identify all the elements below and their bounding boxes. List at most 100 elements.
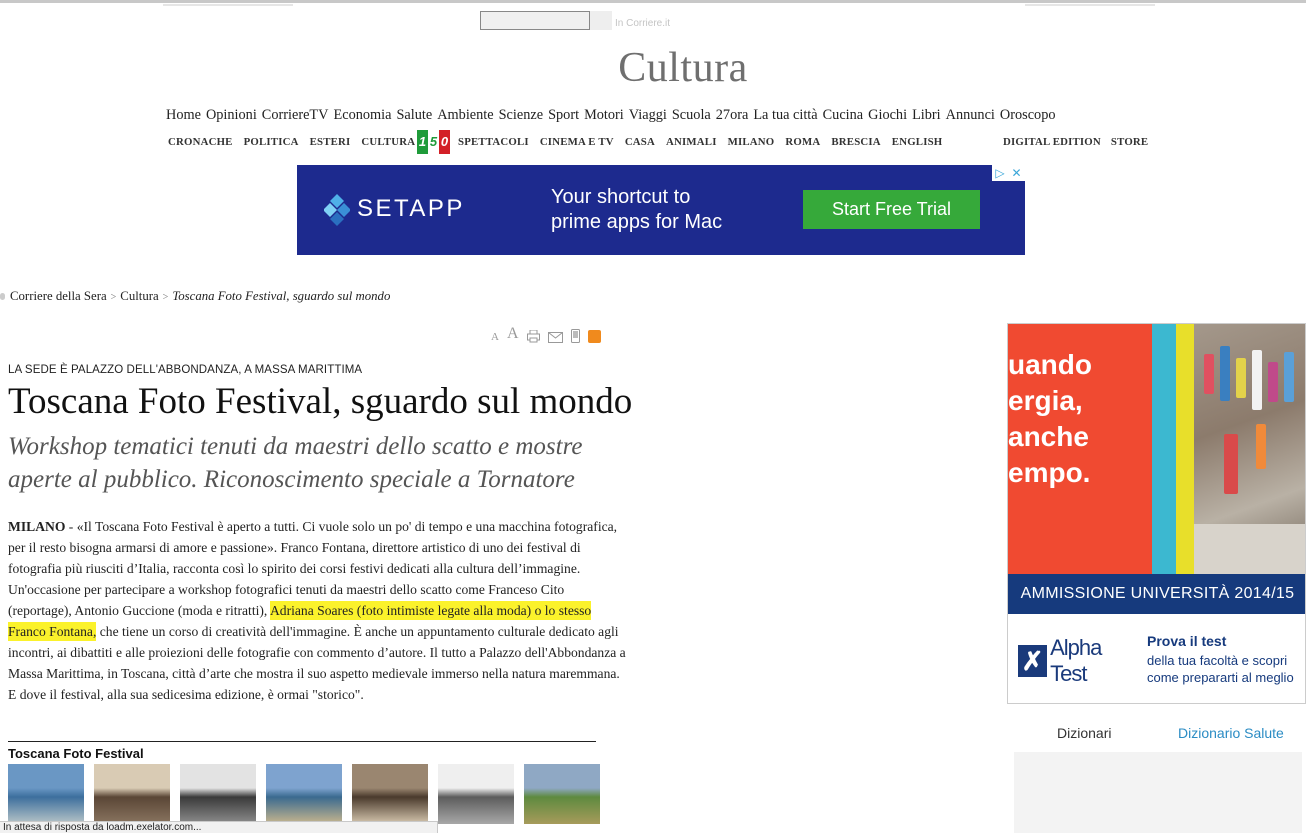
- setapp-brand-name: SETAPP: [357, 195, 465, 222]
- subnav-item-cultura[interactable]: CULTURA: [361, 136, 415, 148]
- side-ad-headline-line: anche: [1008, 421, 1089, 452]
- subnav-item-cronache[interactable]: CRONACHE: [168, 136, 233, 148]
- subnav-item-store[interactable]: STORE: [1111, 136, 1148, 148]
- nav-item-viaggi[interactable]: Viaggi: [629, 107, 667, 123]
- gallery-thumb-tower-sepia[interactable]: [94, 764, 170, 824]
- close-ad-icon[interactable]: ✕: [1012, 166, 1022, 180]
- side-ad-cta-text: della tua facoltà e scopri come preparar…: [1147, 653, 1294, 685]
- subnav-item-cinema-e-tv[interactable]: CINEMA E TV: [540, 136, 614, 148]
- ad-stripe-blue: [1152, 324, 1176, 574]
- nav-item-oroscopo[interactable]: Oroscopo: [1000, 107, 1056, 123]
- tab-dizionari[interactable]: Dizionari: [1057, 725, 1111, 741]
- gallery-thumb-children-bw[interactable]: [438, 764, 514, 824]
- tab-dizionario-salute[interactable]: Dizionario Salute: [1178, 725, 1284, 741]
- sub-nav-mid: SPETTACOLI CINEMA E TV CASA ANIMALI MILANO RO…: [458, 136, 953, 148]
- laundry-item: [1284, 352, 1294, 402]
- badge-digit: 1: [417, 130, 428, 154]
- adchoices-icons[interactable]: ▷ ✕: [992, 165, 1025, 181]
- laundry-item: [1236, 358, 1246, 398]
- gallery-thumb-island-aerial[interactable]: [8, 764, 84, 824]
- nav-item-economia[interactable]: Economia: [334, 107, 392, 123]
- gallery-thumb-book-pages[interactable]: [352, 764, 428, 824]
- laundry-photo: [1194, 324, 1305, 574]
- gallery-divider: [8, 741, 596, 742]
- side-ad-photo: uando ergia, anche empo.: [1008, 324, 1305, 574]
- browser-top-border: [0, 0, 1306, 3]
- nav-item-giochi[interactable]: Giochi: [868, 107, 907, 123]
- subnav-item-brescia[interactable]: BRESCIA: [831, 136, 880, 148]
- subnav-item-english[interactable]: ENGLISH: [892, 136, 943, 148]
- breadcrumb-home-link[interactable]: Corriere della Sera: [10, 289, 107, 303]
- section-title: Cultura: [618, 45, 748, 91]
- nav-item-opinioni[interactable]: Opinioni: [206, 107, 257, 123]
- search-input[interactable]: [480, 11, 590, 30]
- nav-item-annunci[interactable]: Annunci: [946, 107, 995, 123]
- article-body-part2: che tiene un corso di creatività dell'im…: [8, 624, 626, 702]
- start-free-trial-button[interactable]: Start Free Trial: [803, 190, 980, 229]
- subnav-item-politica[interactable]: POLITICA: [244, 136, 299, 148]
- gallery-thumb-coast-landscape[interactable]: [266, 764, 342, 824]
- nav-item-la-tua-citt-[interactable]: La tua città: [753, 107, 817, 123]
- nav-item-libri[interactable]: Libri: [912, 107, 941, 123]
- nav-item-salute[interactable]: Salute: [396, 107, 432, 123]
- badge-150-logo[interactable]: 150: [417, 130, 450, 154]
- breadcrumb-section-link[interactable]: Cultura: [120, 289, 158, 303]
- rss-icon[interactable]: [587, 330, 601, 343]
- nav-item-scuola[interactable]: Scuola: [672, 107, 711, 123]
- header-faint-line: [1025, 4, 1155, 6]
- alpha-test-logo-icon: ✗: [1018, 645, 1048, 677]
- gallery-thumb-hills-green[interactable]: [524, 764, 600, 824]
- side-ad-headline-line: empo.: [1008, 457, 1091, 488]
- breadcrumb-separator-icon: >: [162, 292, 169, 303]
- subnav-item-spettacoli[interactable]: SPETTACOLI: [458, 136, 529, 148]
- breadcrumb-bullet-icon: [0, 293, 5, 300]
- subnav-item-esteri[interactable]: ESTERI: [310, 136, 351, 148]
- subnav-item-casa[interactable]: CASA: [625, 136, 655, 148]
- nav-item-home[interactable]: Home: [166, 107, 201, 123]
- laundry-item: [1204, 354, 1214, 394]
- side-ad-cta-title: Prova il test: [1147, 633, 1227, 649]
- breadcrumb: Corriere della Sera > Cultura > Toscana Foto…: [10, 289, 390, 304]
- subnav-item-milano[interactable]: MILANO: [728, 136, 775, 148]
- mobile-icon[interactable]: [570, 329, 580, 343]
- nav-item-scienze[interactable]: Scienze: [499, 107, 543, 123]
- banner-tagline-line1: Your shortcut to: [551, 186, 691, 208]
- laundry-item: [1220, 346, 1230, 401]
- nav-item-cucina[interactable]: Cucina: [823, 107, 864, 123]
- nav-item-ambiente[interactable]: Ambiente: [437, 107, 493, 123]
- side-ad-band: AMMISSIONE UNIVERSITÀ 2014/15: [1008, 574, 1305, 614]
- nav-item-27ora[interactable]: 27ora: [716, 107, 749, 123]
- dictionary-panel: [1014, 752, 1302, 833]
- side-ad-headline-line: ergia,: [1008, 385, 1083, 416]
- sub-nav-left: CRONACHE POLITICA ESTERI CULTURA: [168, 136, 426, 148]
- subnav-item-roma[interactable]: ROMA: [785, 136, 820, 148]
- alpha-test-logo: ✗ Alpha Test: [1018, 635, 1134, 686]
- nav-item-motori[interactable]: Motori: [584, 107, 624, 123]
- alpha-test-logo-text: Alpha Test: [1050, 635, 1102, 686]
- adchoices-icon[interactable]: ▷: [995, 166, 1004, 180]
- browser-status-bar: In attesa di risposta da loadm.exelator.…: [0, 821, 438, 833]
- subnav-item-animali[interactable]: ANIMALI: [666, 136, 717, 148]
- laundry-item: [1256, 424, 1266, 469]
- badge-digit: 5: [428, 130, 439, 154]
- font-larger-icon[interactable]: A: [507, 325, 519, 343]
- subnav-item-digital-edition[interactable]: DIGITAL EDITION: [1003, 136, 1101, 148]
- article-subhead: Workshop tematici tenuti da maestri dell…: [8, 433, 583, 493]
- article-headline: Toscana Foto Festival, sguardo sul mondo: [8, 381, 633, 422]
- banner-tagline-line2: prime apps for Mac: [551, 211, 723, 233]
- banner-ad[interactable]: SETAPP Your shortcut to prime apps for M…: [297, 165, 1025, 255]
- article-tools: A A: [491, 325, 601, 343]
- font-smaller-icon[interactable]: A: [491, 331, 499, 343]
- print-icon[interactable]: [526, 330, 540, 343]
- email-icon[interactable]: [547, 332, 563, 343]
- laundry-item: [1268, 362, 1278, 402]
- side-ad[interactable]: uando ergia, anche empo. AMMISSIONE UNIVERS…: [1007, 323, 1306, 704]
- search-button[interactable]: [590, 11, 612, 30]
- laundry-item: [1224, 434, 1238, 494]
- side-ad-headline-line: uando: [1008, 349, 1092, 380]
- gallery-thumb-portrait-bw[interactable]: [180, 764, 256, 824]
- laundry-item: [1252, 350, 1262, 410]
- nav-item-corrieretv[interactable]: CorriereTV: [262, 107, 329, 123]
- tiled-floor: [1194, 524, 1305, 574]
- nav-item-sport[interactable]: Sport: [548, 107, 579, 123]
